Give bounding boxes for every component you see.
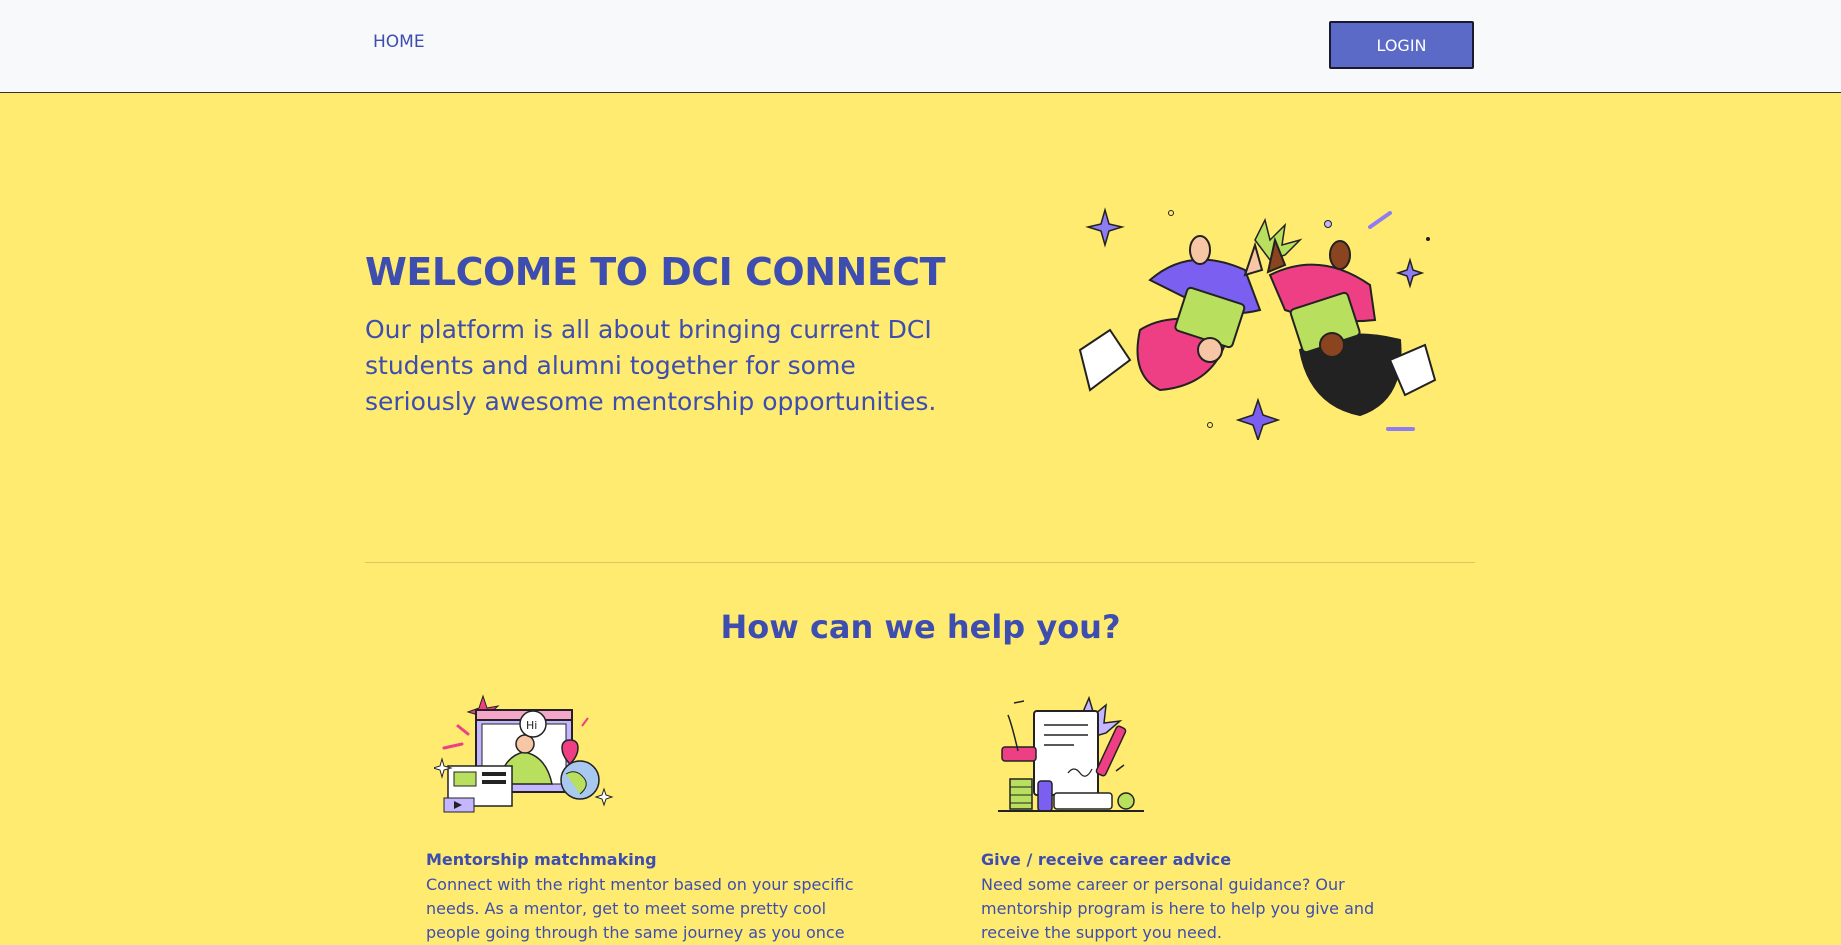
card-title-mentorship: Mentorship matchmaking: [426, 850, 657, 869]
card-text-career-advice: Need some career or personal guidance? O…: [981, 875, 1375, 942]
navbar: HOME LOGIN: [0, 0, 1841, 93]
nav-home-link[interactable]: HOME: [373, 32, 425, 52]
card-text-mentorship: Connect with the right mentor based on y…: [426, 875, 854, 942]
section-divider: [365, 562, 1475, 563]
svg-text:Hi: Hi: [526, 719, 537, 732]
hero-subtitle: Our platform is all about bringing curre…: [365, 315, 937, 416]
hero-title: WELCOME TO DCI CONNECT: [365, 250, 946, 294]
video-call-illustration: Hi: [431, 688, 614, 822]
card-title-career-advice: Give / receive career advice: [981, 850, 1232, 869]
document-illustration: [994, 693, 1154, 822]
help-section-title: How can we help you?: [720, 608, 1121, 646]
login-button[interactable]: LOGIN: [1329, 21, 1474, 69]
high-five-illustration: [1070, 200, 1450, 444]
